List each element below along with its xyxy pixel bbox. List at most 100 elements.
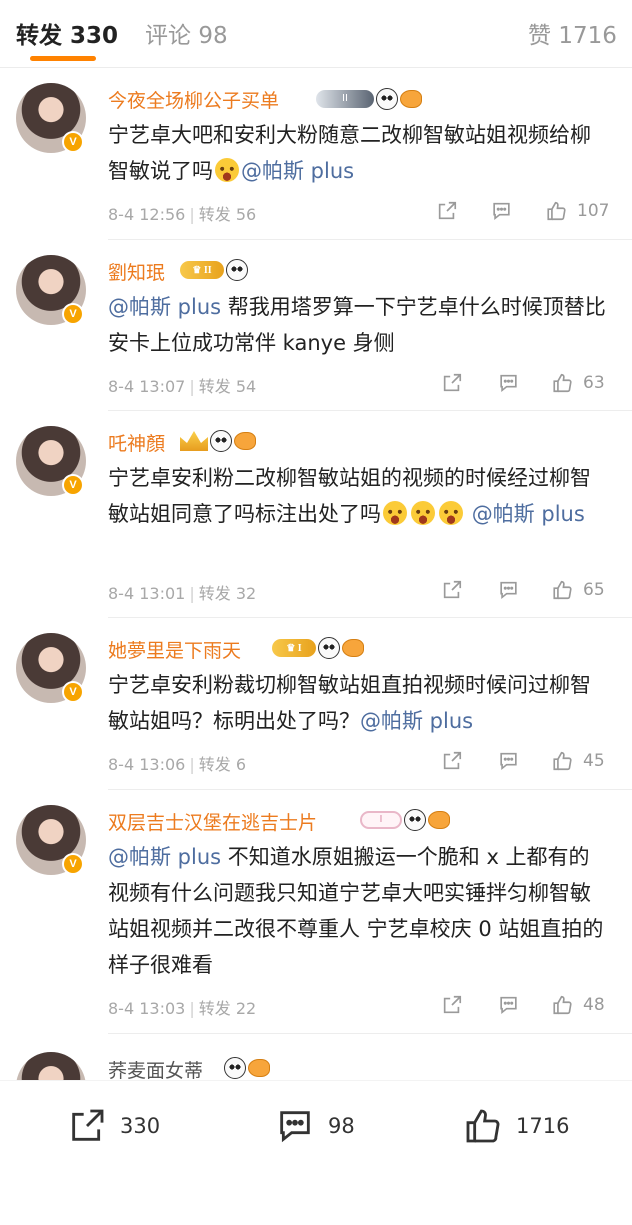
repost-button[interactable]: [441, 578, 463, 602]
verified-v-badge-icon: V: [62, 303, 84, 325]
repost-label: 转发: [198, 205, 231, 224]
repost-button[interactable]: [441, 371, 463, 395]
comment-meta: 8-4 12:56 | 转发 56: [108, 205, 257, 224]
list-item: V 吒神顏 宁艺卓安利粉二改柳智敏站姐的视频的时候经过柳智敏站姐同意了吗标注出处…: [0, 411, 632, 618]
mention-link[interactable]: @帕斯 plus: [360, 709, 473, 733]
crown-icon: [180, 431, 208, 451]
comment-button[interactable]: [497, 749, 520, 773]
like-button[interactable]: 48: [551, 993, 605, 1017]
share-arrow-icon: [443, 373, 462, 392]
panda-icon: [226, 259, 248, 281]
tab-comments[interactable]: 评论 98: [145, 16, 228, 50]
comment-meta: 8-4 13:03 | 转发 22: [108, 999, 257, 1018]
bottom-like-count: 1716: [516, 1114, 570, 1138]
repost-count: 56: [235, 205, 257, 224]
username[interactable]: 劉知珉: [108, 258, 165, 285]
laughing-emoji-icon: [215, 158, 239, 182]
like-count: 107: [577, 201, 610, 221]
list-item: V 她夢里是下雨天 ♛ I 宁艺卓安利粉裁切柳智敏站姐直拍视频时候问过柳智敏站姐…: [0, 618, 632, 790]
mention-link[interactable]: @帕斯 plus: [108, 845, 221, 869]
like-button[interactable]: 63: [551, 371, 605, 395]
username[interactable]: 她夢里是下雨天: [108, 636, 241, 663]
comment-bubble-icon: [500, 996, 517, 1015]
comment-button[interactable]: [490, 199, 513, 223]
share-arrow-icon: [443, 580, 462, 599]
comment-bubble-icon: [493, 202, 510, 221]
repost-button[interactable]: [441, 749, 463, 773]
username[interactable]: 双层吉士汉堡在逃吉士片: [108, 808, 317, 835]
comment-meta: 8-4 13:01 | 转发 32: [108, 584, 257, 603]
comment-button[interactable]: [497, 578, 520, 602]
tab-likes-count: 1716: [558, 23, 617, 49]
comment-meta: 8-4 13:07 | 转发 54: [108, 377, 257, 396]
comment-button[interactable]: [497, 993, 520, 1017]
tab-reposts-label: 转发: [16, 23, 62, 49]
user-badges: II: [316, 87, 422, 111]
repost-button[interactable]: [441, 993, 463, 1017]
verified-v-badge-icon: V: [62, 131, 84, 153]
bottom-action-bar: 330 98 1716: [0, 1080, 632, 1225]
repost-count: 54: [235, 377, 257, 396]
fish-icon: [248, 1059, 270, 1077]
bottom-repost-count: 330: [120, 1114, 161, 1138]
share-arrow-icon: [443, 995, 462, 1014]
tab-likes[interactable]: 赞 1716: [528, 16, 617, 50]
comment-bubble-icon: [280, 1111, 310, 1143]
mention-link[interactable]: @帕斯 plus: [472, 502, 585, 526]
repost-label: 转发: [198, 999, 231, 1018]
repost-count: 6: [235, 755, 247, 774]
comment-text: @帕斯 plus 不知道水原姐搬运一个脆和 x 上都有的视频有什么问题我只知道宁…: [108, 839, 608, 983]
panda-icon: [376, 88, 398, 110]
comment-text: 宁艺卓安利粉裁切柳智敏站姐直拍视频时候问过柳智敏站姐吗？标明出处了吗？@帕斯 p…: [108, 667, 608, 739]
comment-text: 宁艺卓大吧和安利大粉随意二改柳智敏站姐视频给柳智敏说了吗 @帕斯 plus: [108, 117, 608, 189]
crown-level-badge-icon: ♛ I: [272, 639, 316, 657]
list-item: V 劉知珉 ♛ II @帕斯 plus 帮我用塔罗算一下宁艺卓什么时候顶替比安卡…: [0, 240, 632, 411]
verified-v-badge-icon: V: [62, 681, 84, 703]
like-button[interactable]: 45: [551, 749, 605, 773]
avatar[interactable]: [16, 1052, 86, 1080]
comment-bubble-icon: [500, 374, 517, 393]
timestamp: 8-4 13:07: [108, 377, 186, 396]
comment-bubble-icon: [500, 752, 517, 771]
like-count: 65: [583, 580, 605, 600]
thumbs-up-icon: [547, 201, 566, 221]
tab-reposts[interactable]: 转发 330: [16, 16, 118, 50]
pink-level-badge-icon: I: [360, 811, 402, 829]
fish-icon: [400, 90, 422, 108]
user-badges: I: [360, 808, 450, 832]
mention-link[interactable]: @帕斯 plus: [241, 159, 354, 183]
panda-icon: [318, 637, 340, 659]
bottom-comment-button[interactable]: 98: [274, 1103, 355, 1149]
crown-level-badge-icon: ♛ II: [180, 261, 224, 279]
comment-bubble-icon: [500, 581, 517, 600]
laughing-emoji-icon: [383, 501, 407, 525]
like-button[interactable]: 107: [545, 199, 609, 223]
like-count: 63: [583, 373, 605, 393]
active-tab-indicator: [30, 56, 96, 61]
mention-link[interactable]: @帕斯 plus: [108, 295, 221, 319]
username[interactable]: 荞麦面女蒂: [108, 1056, 203, 1080]
like-button[interactable]: 65: [551, 578, 605, 602]
tab-bar: 转发 330 评论 98 赞 1716: [0, 0, 632, 68]
tab-reposts-count: 330: [70, 23, 119, 49]
tab-likes-label: 赞: [528, 23, 551, 49]
bottom-repost-button[interactable]: 330: [66, 1103, 160, 1149]
timestamp: 8-4 13:03: [108, 999, 186, 1018]
repost-button[interactable]: [436, 199, 458, 223]
comment-button[interactable]: [497, 371, 520, 395]
repost-label: 转发: [198, 584, 231, 603]
username[interactable]: 今夜全场柳公子买单: [108, 86, 279, 113]
thumbs-up-icon: [553, 373, 572, 393]
fish-icon: [234, 432, 256, 450]
bottom-like-button[interactable]: 1716: [462, 1103, 569, 1149]
timestamp: 8-4 13:06: [108, 755, 186, 774]
like-count: 48: [583, 995, 605, 1015]
repost-label: 转发: [198, 755, 231, 774]
repost-count: 32: [235, 584, 257, 603]
user-badges: [224, 1056, 270, 1080]
verified-v-badge-icon: V: [62, 853, 84, 875]
panda-icon: [224, 1057, 246, 1079]
user-badges: [180, 429, 256, 453]
repost-list: V 今夜全场柳公子买单 II 宁艺卓大吧和安利大粉随意二改柳智敏站姐视频给柳智敏…: [0, 68, 632, 1080]
username[interactable]: 吒神顏: [108, 429, 165, 456]
